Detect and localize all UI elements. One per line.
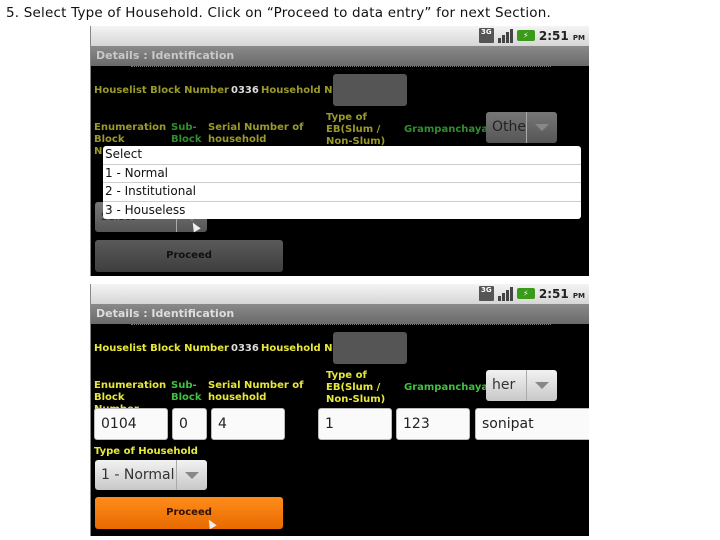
instruction-caption: 5. Select Type of Household. Click on “P… <box>6 5 552 21</box>
dropdown-option[interactable]: 1 - Normal <box>103 165 581 183</box>
grampanchayat-label: Grampanchayat <box>404 382 493 393</box>
household-no-label: Household No <box>261 343 340 354</box>
type-of-eb-label: Type of EB(Slum / Non-Slum) <box>326 370 386 405</box>
proceed-button[interactable]: Proceed <box>95 240 283 272</box>
chevron-down-icon <box>176 460 207 490</box>
serial-number-label: Serial Number of household <box>208 380 304 403</box>
type-of-household-spinner[interactable]: 1 - Normal <box>95 460 207 490</box>
serial-number-label: Serial Number of household <box>208 122 304 145</box>
houselist-block-number-value: 0336 <box>231 343 259 354</box>
grampanchayat-label: Grampanchayat <box>404 124 493 135</box>
signal-strength-icon <box>497 28 513 43</box>
type-of-eb-input[interactable]: 1 <box>318 408 392 440</box>
type-of-household-label: Type of Household <box>94 446 198 457</box>
screen-title: Details : Identification <box>91 304 589 324</box>
enumeration-block-number-input[interactable]: 0104 <box>94 408 168 440</box>
household-no-input[interactable] <box>333 332 407 364</box>
phone-screen-dropdown-open: 3G ⚡ 2:51 PM Details : Identification Ho… <box>90 26 589 276</box>
grampanchayat-code-input[interactable]: 123 <box>396 408 470 440</box>
grampanchayat-name-input[interactable]: sonipat <box>475 408 589 440</box>
grampanchayat-spinner[interactable]: Othe <box>486 112 557 143</box>
battery-charging-icon: ⚡ <box>516 30 535 41</box>
serial-number-input[interactable]: 4 <box>211 408 285 440</box>
sub-block-label: Sub-Block <box>171 380 202 403</box>
type-of-household-dropdown: Select 1 - Normal 2 - Institutional 3 - … <box>103 146 581 219</box>
houselist-block-number-label: Houselist Block Number <box>94 343 229 354</box>
scrolled-content-remnant <box>131 324 551 328</box>
3g-network-icon: 3G <box>478 286 494 301</box>
status-bar: 3G ⚡ 2:51 PM <box>91 284 589 304</box>
3g-network-icon: 3G <box>478 28 494 43</box>
dropdown-option[interactable]: 3 - Houseless <box>103 202 581 220</box>
battery-charging-icon: ⚡ <box>516 288 535 299</box>
status-time: 2:51 PM <box>538 28 585 43</box>
houselist-block-number-label: Houselist Block Number <box>94 85 229 96</box>
chevron-down-icon <box>526 112 557 143</box>
proceed-button[interactable]: Proceed <box>95 497 283 529</box>
status-bar: 3G ⚡ 2:51 PM <box>91 26 589 46</box>
grampanchayat-spinner[interactable]: her <box>486 370 557 401</box>
type-of-eb-label: Type of EB(Slum / Non-Slum) <box>326 112 386 147</box>
screen-title: Details : Identification <box>91 46 589 66</box>
sub-block-input[interactable]: 0 <box>172 408 207 440</box>
household-no-label: Household No <box>261 85 340 96</box>
phone-screen-normal-selected: 3G ⚡ 2:51 PM Details : Identification Ho… <box>90 284 589 536</box>
dropdown-option[interactable]: 2 - Institutional <box>103 183 581 202</box>
dropdown-option[interactable]: Select <box>103 146 581 165</box>
scrolled-content-remnant <box>131 66 551 70</box>
signal-strength-icon <box>497 286 513 301</box>
sub-block-label: Sub-Block <box>171 122 202 145</box>
household-no-input[interactable] <box>333 74 407 106</box>
houselist-block-number-value: 0336 <box>231 85 259 96</box>
chevron-down-icon <box>526 370 557 401</box>
status-time: 2:51 PM <box>538 286 585 301</box>
